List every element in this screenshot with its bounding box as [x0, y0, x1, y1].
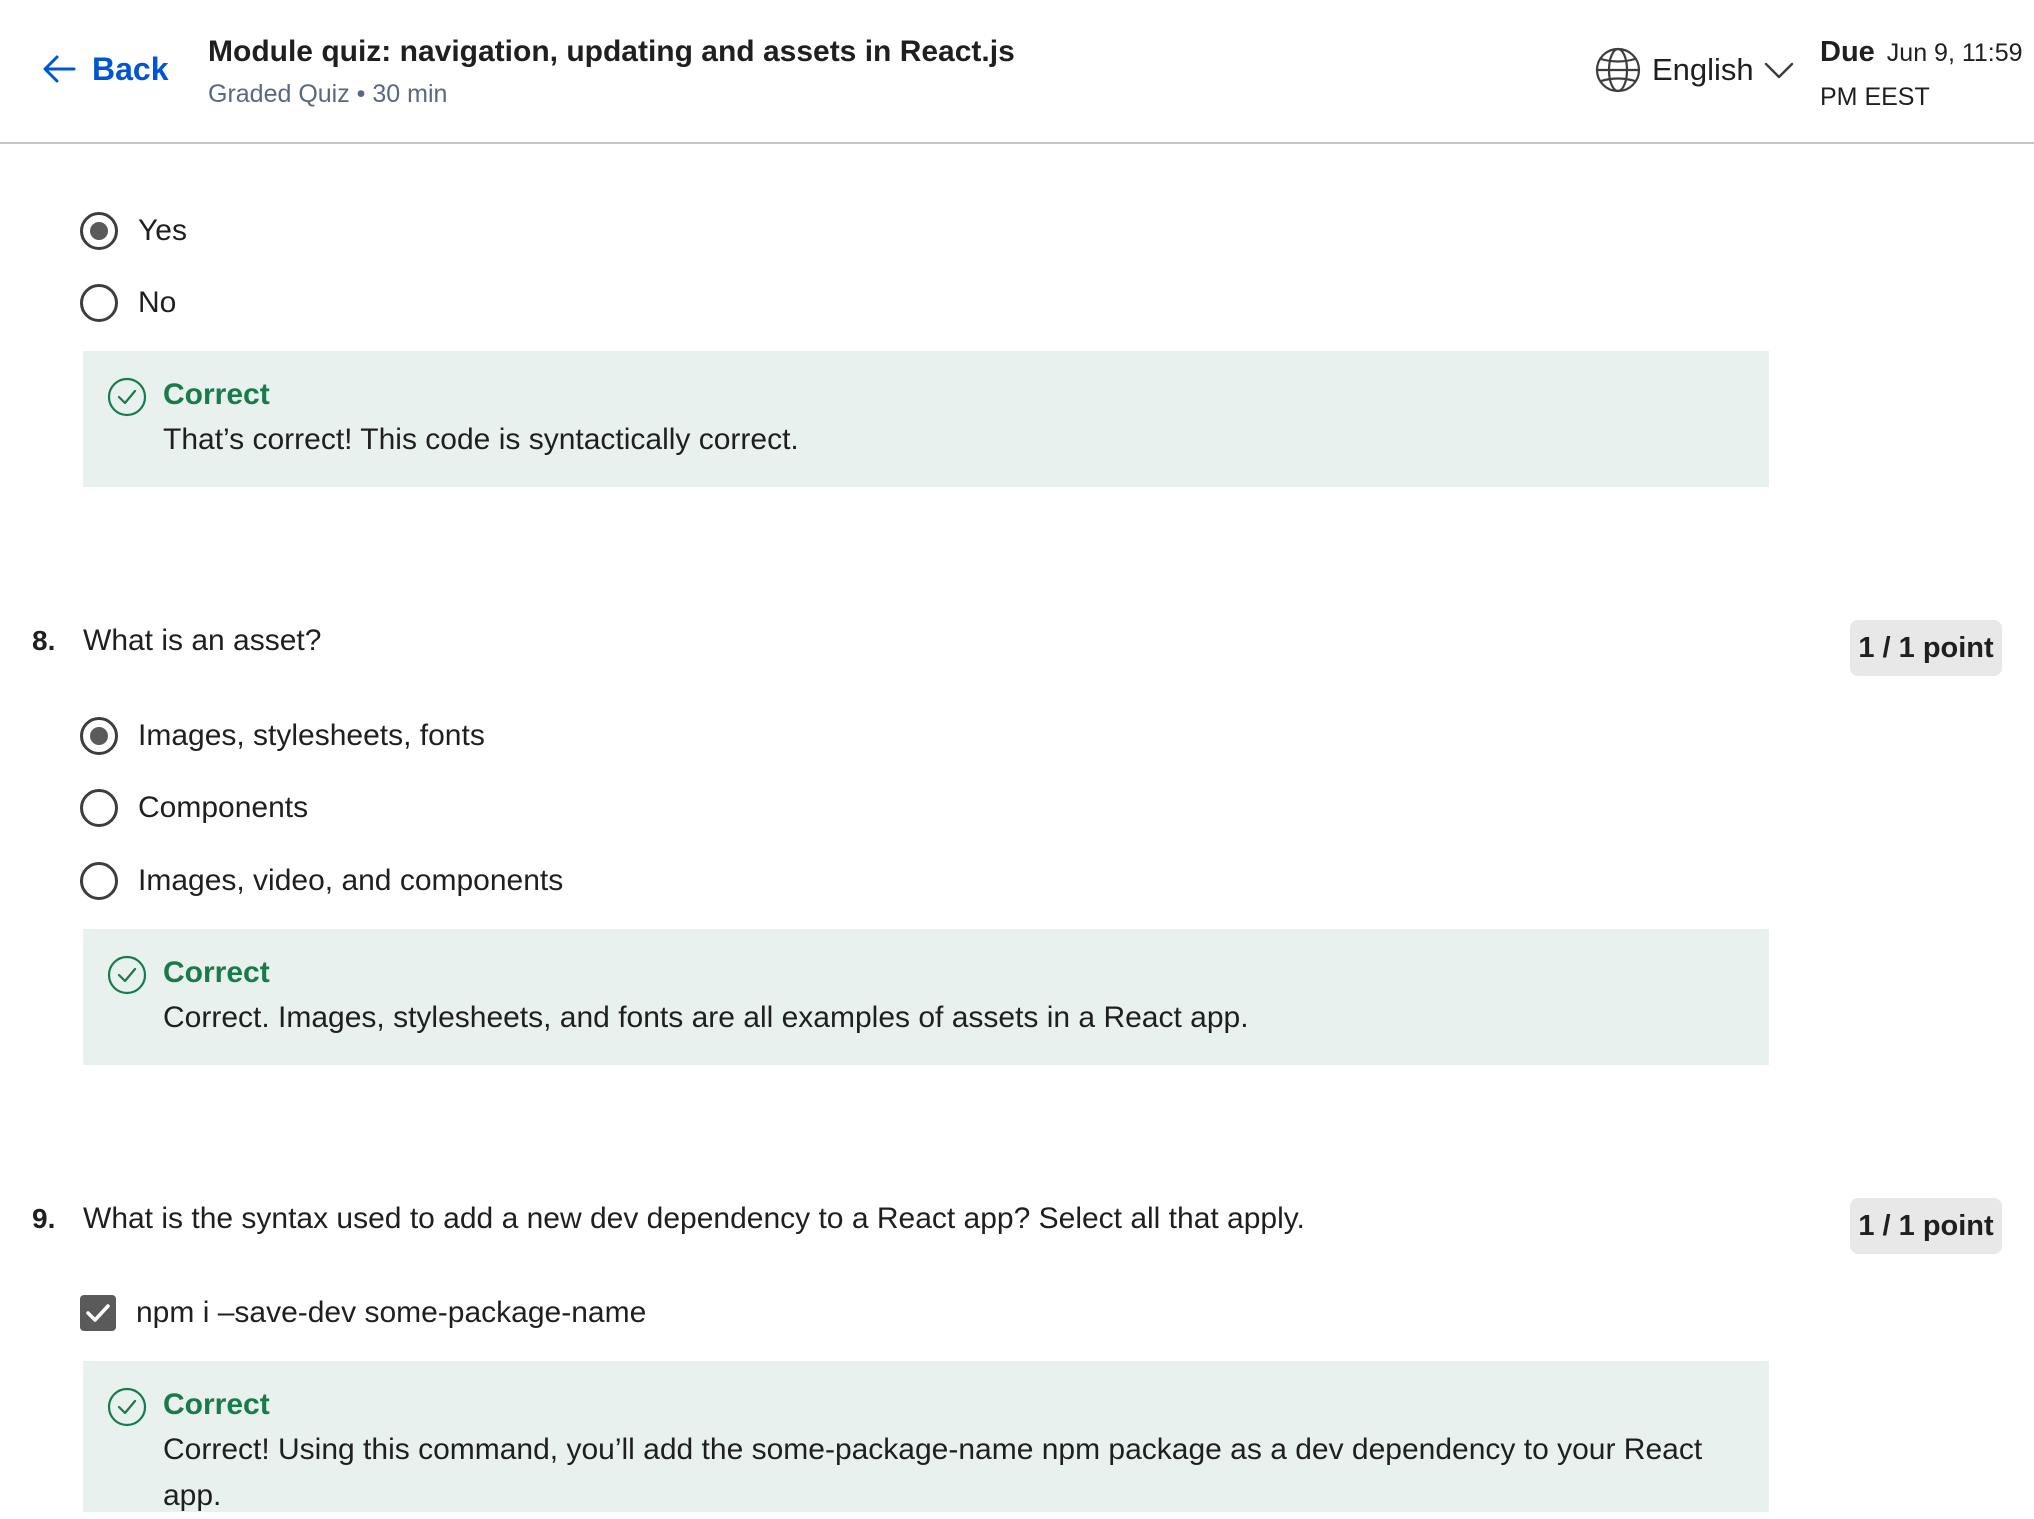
- due-date-line2: PM EEST: [1820, 83, 1930, 111]
- question-text: What is the syntax used to add a new dev…: [83, 1202, 1305, 1235]
- q8-points-badge: 1 / 1 point: [1850, 620, 2002, 676]
- check-circle-icon: [107, 1387, 147, 1427]
- radio-selected-icon[interactable]: [80, 717, 118, 755]
- feedback-title: Correct: [163, 1388, 270, 1421]
- checkmark-icon: [86, 1304, 110, 1322]
- radio-icon[interactable]: [80, 789, 118, 827]
- back-label: Back: [92, 50, 169, 87]
- question-number: 9.: [32, 1203, 56, 1234]
- question-number: 8.: [32, 625, 56, 656]
- q7-feedback: Correct That’s correct! This code is syn…: [83, 351, 1769, 487]
- q8-option-2[interactable]: Components: [80, 789, 308, 827]
- q7-option-yes[interactable]: Yes: [80, 212, 187, 250]
- option-label: npm i –save-dev some-package-name: [136, 1296, 647, 1329]
- q9-question: 9. What is the syntax used to add a new …: [32, 1202, 1305, 1236]
- check-circle-icon: [107, 955, 147, 995]
- q8-option-1[interactable]: Images, stylesheets, fonts: [80, 717, 485, 755]
- due-label: Due: [1820, 36, 1875, 68]
- arrow-left-icon: [43, 55, 76, 83]
- q9-feedback: Correct Correct! Using this command, you…: [83, 1361, 1769, 1512]
- feedback-text: That’s correct! This code is syntactical…: [163, 423, 799, 456]
- q7-option-no[interactable]: No: [80, 284, 176, 322]
- radio-icon[interactable]: [80, 284, 118, 322]
- checkbox-checked-icon[interactable]: [80, 1295, 116, 1331]
- option-label: No: [138, 286, 177, 319]
- language-selector[interactable]: English: [1594, 46, 1794, 94]
- page-title: Module quiz: navigation, updating and as…: [208, 35, 1015, 68]
- q8-option-3[interactable]: Images, video, and components: [80, 862, 563, 900]
- q8-question: 8. What is an asset?: [32, 624, 321, 658]
- radio-icon[interactable]: [80, 862, 118, 900]
- due-date-line1: Jun 9, 11:59: [1886, 39, 2023, 67]
- q9-option-1[interactable]: npm i –save-dev some-package-name: [80, 1295, 646, 1331]
- option-label: Images, stylesheets, fonts: [138, 719, 485, 752]
- question-text: What is an asset?: [83, 624, 322, 657]
- option-label: Yes: [138, 214, 187, 247]
- language-label: English: [1652, 52, 1754, 87]
- due-date: Due Jun 9, 11:59 PM EEST: [1820, 32, 2034, 117]
- option-label: Components: [138, 791, 309, 824]
- feedback-text: Correct. Images, stylesheets, and fonts …: [163, 1001, 1249, 1034]
- feedback-text: Correct! Using this command, you’ll add …: [163, 1433, 1703, 1512]
- check-circle-icon: [107, 377, 147, 417]
- feedback-title: Correct: [163, 378, 270, 411]
- quiz-meta: Graded Quiz • 30 min: [208, 80, 448, 108]
- q9-points-badge: 1 / 1 point: [1850, 1198, 2002, 1254]
- title-block: Module quiz: navigation, updating and as…: [208, 32, 1015, 110]
- radio-selected-icon[interactable]: [80, 212, 118, 250]
- quiz-header: Back Module quiz: navigation, updating a…: [0, 0, 2034, 144]
- chevron-down-icon: [1764, 62, 1793, 79]
- feedback-title: Correct: [163, 956, 270, 989]
- globe-icon: [1595, 47, 1641, 93]
- q8-feedback: Correct Correct. Images, stylesheets, an…: [83, 929, 1769, 1065]
- option-label: Images, video, and components: [138, 864, 564, 897]
- back-button[interactable]: Back: [40, 50, 169, 88]
